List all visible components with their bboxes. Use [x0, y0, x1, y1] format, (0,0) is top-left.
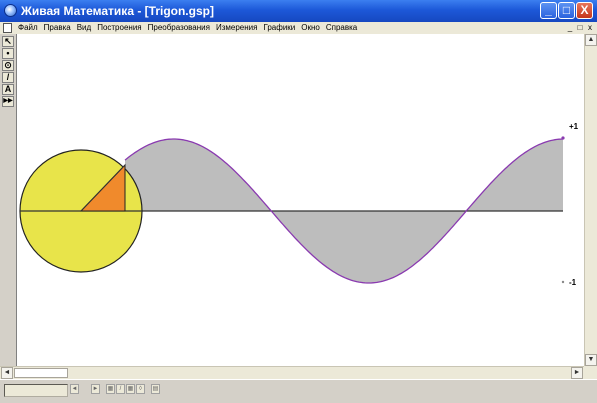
arrow-tool-icon[interactable]: ↖ — [2, 36, 14, 47]
end-point-bottom[interactable] — [561, 280, 565, 284]
menu-window[interactable]: Окно — [298, 22, 323, 34]
status-right-arrow-icon[interactable]: ► — [91, 384, 100, 394]
app-icon[interactable] — [4, 4, 17, 17]
status-left-arrow-icon[interactable]: ◄ — [70, 384, 79, 394]
text-tool-icon[interactable]: A — [2, 84, 14, 95]
minimize-button[interactable]: _ — [540, 2, 557, 19]
menu-transform[interactable]: Преобразования — [145, 22, 213, 34]
status-diamond-icon[interactable]: ◊ — [136, 384, 145, 394]
minus-one-label: -1 — [569, 278, 577, 287]
end-point-top[interactable] — [561, 136, 565, 140]
scroll-up-arrow-icon[interactable]: ▲ — [585, 34, 597, 46]
scroll-down-arrow-icon[interactable]: ▼ — [585, 354, 597, 366]
scroll-corner — [584, 366, 597, 379]
menu-measure[interactable]: Измерения — [213, 22, 260, 34]
title-bar: Живая Математика - [Trigon.gsp] _ □ X — [0, 0, 597, 22]
doc-restore-button[interactable]: □ — [576, 23, 584, 32]
sketch-canvas[interactable]: +1 -1 — [17, 34, 584, 366]
menu-edit[interactable]: Правка — [41, 22, 74, 34]
point-tool-icon[interactable]: • — [2, 48, 14, 59]
status-grid-icon[interactable]: ▦ — [106, 384, 115, 394]
menu-graph[interactable]: Графики — [260, 22, 298, 34]
maximize-button[interactable]: □ — [558, 2, 575, 19]
scroll-left-arrow-icon[interactable]: ◄ — [1, 367, 13, 379]
status-bar: ◄ ► ▦ / ▦ ◊ ▤ — [0, 379, 597, 403]
straightedge-tool-icon[interactable]: / — [2, 72, 14, 83]
scroll-right-arrow-icon[interactable]: ► — [571, 367, 583, 379]
plus-one-label: +1 — [569, 122, 579, 131]
custom-tool-icon[interactable]: ▶▶ — [2, 96, 14, 107]
vertical-scrollbar[interactable]: ▲ ▼ — [584, 34, 597, 366]
horizontal-scroll-thumb[interactable] — [14, 368, 68, 378]
document-icon[interactable] — [3, 23, 12, 33]
compass-tool-icon[interactable]: ⊙ — [2, 60, 14, 71]
menu-view[interactable]: Вид — [74, 22, 94, 34]
close-button[interactable]: X — [576, 2, 593, 19]
menu-file[interactable]: Файл — [15, 22, 41, 34]
menu-construct[interactable]: Построения — [94, 22, 144, 34]
status-field — [4, 384, 68, 397]
doc-close-button[interactable]: x — [586, 23, 594, 32]
toolbox: ↖ • ⊙ / A ▶▶ — [0, 34, 17, 366]
sketch-drawing — [19, 136, 565, 284]
status-line-icon[interactable]: / — [116, 384, 125, 394]
doc-minimize-button[interactable]: _ — [566, 23, 574, 32]
horizontal-scrollbar[interactable]: ◄ ► — [0, 366, 584, 380]
window-title: Живая Математика - [Trigon.gsp] — [21, 4, 214, 18]
menu-help[interactable]: Справка — [323, 22, 360, 34]
status-table-icon[interactable]: ▦ — [126, 384, 135, 394]
status-list-icon[interactable]: ▤ — [151, 384, 160, 394]
